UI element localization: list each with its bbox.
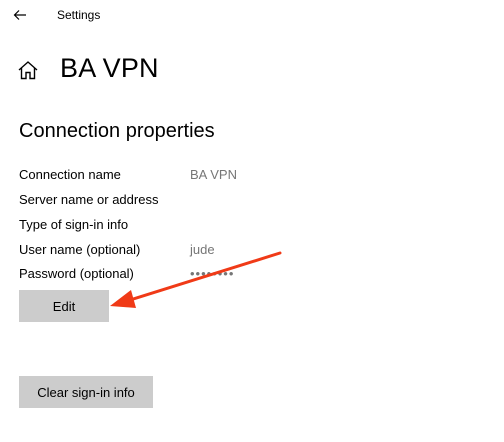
edit-button[interactable]: Edit xyxy=(19,290,109,322)
property-label: Connection name xyxy=(19,167,121,182)
title-bar: Settings xyxy=(0,0,504,32)
property-row-user-name: User name (optional) jude xyxy=(19,242,479,264)
property-row-server-name: Server name or address xyxy=(19,192,479,214)
property-label: Type of sign-in info xyxy=(19,217,129,232)
home-icon xyxy=(18,61,38,80)
app-title: Settings xyxy=(57,8,101,22)
property-row-password: Password (optional) •••••••• xyxy=(19,266,479,288)
clear-sign-in-info-button[interactable]: Clear sign-in info xyxy=(19,376,153,408)
property-row-connection-name: Connection name BA VPN xyxy=(19,167,479,189)
property-row-sign-in-type: Type of sign-in info xyxy=(19,217,479,239)
page-title: BA VPN xyxy=(60,53,159,83)
property-value: jude xyxy=(190,242,215,257)
property-label: Server name or address xyxy=(19,192,159,207)
password-mask: •••••••• xyxy=(190,266,235,281)
back-arrow-icon xyxy=(13,10,26,20)
property-label: User name (optional) xyxy=(19,242,141,257)
section-title: Connection properties xyxy=(19,120,215,142)
back-button[interactable] xyxy=(8,4,32,26)
property-label: Password (optional) xyxy=(19,266,134,281)
property-value: BA VPN xyxy=(190,167,237,182)
